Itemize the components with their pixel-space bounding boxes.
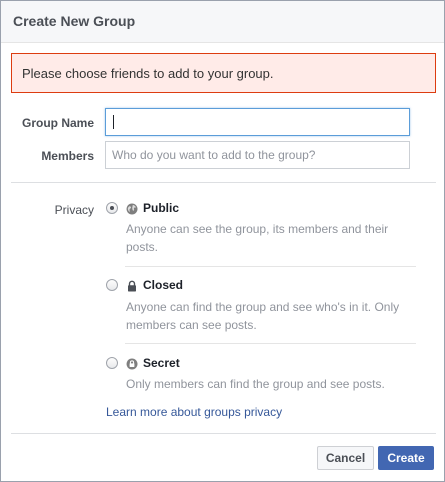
lock-icon (126, 279, 138, 292)
dialog-header: Create New Group (1, 1, 444, 43)
group-name-label: Group Name (21, 116, 94, 130)
group-name-input[interactable] (105, 108, 410, 136)
privacy-closed-description: Anyone can find the group and see who's … (126, 300, 400, 332)
dialog-title: Create New Group (13, 13, 136, 29)
privacy-closed-title: Closed (143, 278, 184, 292)
globe-icon (126, 202, 138, 215)
privacy-public-radio[interactable] (106, 202, 118, 214)
option-divider (125, 343, 416, 344)
cancel-button[interactable]: Cancel (317, 446, 374, 470)
section-divider (11, 182, 436, 183)
members-input[interactable] (105, 141, 410, 169)
learn-more-privacy-link[interactable]: Learn more about groups privacy (106, 405, 282, 419)
footer-divider (11, 433, 436, 434)
privacy-closed-radio[interactable] (106, 279, 118, 291)
option-divider (125, 266, 416, 267)
secret-lock-icon (126, 357, 138, 370)
privacy-label: Privacy (54, 203, 94, 217)
privacy-public-title: Public (143, 201, 180, 215)
privacy-secret-radio[interactable] (106, 357, 118, 369)
members-label: Members (41, 149, 94, 163)
error-message: Please choose friends to add to your gro… (22, 66, 274, 81)
create-group-dialog: Create New Group Please choose friends t… (0, 0, 445, 482)
create-button[interactable]: Create (378, 446, 434, 470)
privacy-public-description: Anyone can see the group, its members an… (126, 222, 389, 254)
privacy-secret-description: Only members can find the group and see … (126, 377, 385, 391)
error-message-box: Please choose friends to add to your gro… (11, 53, 436, 93)
privacy-secret-title: Secret (143, 356, 180, 370)
text-caret (113, 115, 114, 129)
